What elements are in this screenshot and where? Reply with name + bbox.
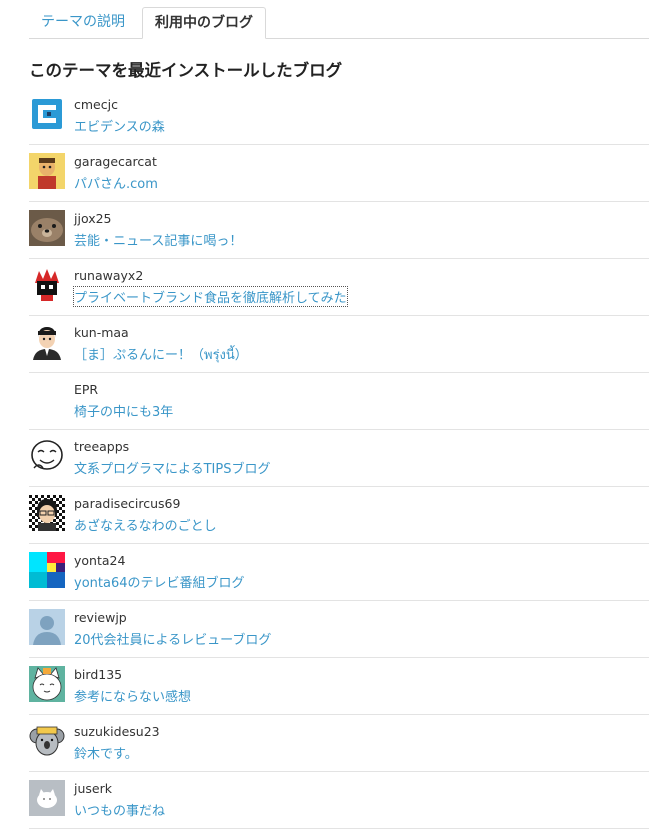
avatar[interactable] bbox=[29, 267, 65, 303]
username: paradisecircus69 bbox=[74, 496, 181, 511]
list-item: juserk いつもの事だね bbox=[29, 772, 649, 829]
section-heading: このテーマを最近インストールしたブログ bbox=[29, 61, 343, 80]
list-item: kun-maa ［ま］ぷるんにー！（พรุ่งนี้） bbox=[29, 316, 649, 373]
blog-title-link[interactable]: パパさん.com bbox=[74, 173, 158, 192]
avatar[interactable] bbox=[29, 666, 65, 702]
list-item: runawayx2 プライベートブランド食品を徹底解析してみた bbox=[29, 259, 649, 316]
list-item: treeapps 文系プログラマによるTIPSブログ bbox=[29, 430, 649, 487]
blog-title-link[interactable]: エビデンスの森 bbox=[74, 116, 165, 135]
avatar[interactable] bbox=[29, 324, 65, 360]
blog-title-link[interactable]: あざなえるなわのごとし bbox=[74, 515, 217, 534]
list-item: jjox25 芸能・ニュース記事に喝っ！ bbox=[29, 202, 649, 259]
list-item: yonta24 yonta64のテレビ番組ブログ bbox=[29, 544, 649, 601]
avatar[interactable] bbox=[29, 723, 65, 759]
username: reviewjp bbox=[74, 610, 127, 625]
username: garagecarcat bbox=[74, 154, 157, 169]
tab-bar: テーマの説明 利用中のブログ bbox=[29, 0, 649, 39]
blog-title-link[interactable]: 鈴木です。 bbox=[74, 743, 138, 762]
username: jjox25 bbox=[74, 211, 112, 226]
username: yonta24 bbox=[74, 553, 126, 568]
blog-title-link[interactable]: yonta64のテレビ番組ブログ bbox=[74, 572, 245, 591]
list-item: cmecjc エビデンスの森 bbox=[29, 88, 649, 145]
tab-theme-description[interactable]: テーマの説明 bbox=[29, 7, 137, 38]
blog-title-link[interactable]: 芸能・ニュース記事に喝っ！ bbox=[74, 230, 242, 249]
avatar[interactable] bbox=[29, 780, 65, 816]
list-item: paradisecircus69 あざなえるなわのごとし bbox=[29, 487, 649, 544]
username: bird135 bbox=[74, 667, 123, 682]
list-item: bird135 参考にならない感想 bbox=[29, 658, 649, 715]
avatar[interactable] bbox=[29, 438, 65, 474]
username: kun-maa bbox=[74, 325, 129, 340]
blog-title-link[interactable]: 20代会社員によるレビューブログ bbox=[74, 629, 271, 648]
avatar[interactable] bbox=[29, 381, 65, 417]
avatar[interactable] bbox=[29, 495, 65, 531]
list-item: reviewjp 20代会社員によるレビューブログ bbox=[29, 601, 649, 658]
tab-blogs-in-use[interactable]: 利用中のブログ bbox=[142, 7, 266, 39]
blog-title-link[interactable]: 参考にならない感想 bbox=[74, 686, 191, 705]
username: EPR bbox=[74, 382, 99, 397]
blog-title-link[interactable]: いつもの事だね bbox=[74, 800, 165, 819]
username: suzukidesu23 bbox=[74, 724, 160, 739]
username: runawayx2 bbox=[74, 268, 144, 283]
username: cmecjc bbox=[74, 97, 118, 112]
username: treeapps bbox=[74, 439, 130, 454]
theme-page: テーマの説明 利用中のブログ このテーマを最近インストールしたブログ cmecj… bbox=[29, 0, 649, 829]
avatar[interactable] bbox=[29, 96, 65, 132]
blog-title-link[interactable]: プライベートブランド食品を徹底解析してみた bbox=[73, 286, 348, 307]
list-item: suzukidesu23 鈴木です。 bbox=[29, 715, 649, 772]
avatar[interactable] bbox=[29, 153, 65, 189]
list-item: garagecarcat パパさん.com bbox=[29, 145, 649, 202]
list-item: EPR 椅子の中にも3年 bbox=[29, 373, 649, 430]
blog-title-link[interactable]: 文系プログラマによるTIPSブログ bbox=[74, 458, 270, 477]
avatar[interactable] bbox=[29, 210, 65, 246]
blog-title-link[interactable]: 椅子の中にも3年 bbox=[74, 401, 173, 420]
blog-list: cmecjc エビデンスの森 garagecarcat パパさん.com jjo… bbox=[29, 88, 649, 829]
avatar[interactable] bbox=[29, 552, 65, 588]
blog-title-link[interactable]: ［ま］ぷるんにー！（พรุ่งนี้） bbox=[74, 344, 248, 365]
username: juserk bbox=[74, 781, 112, 796]
avatar[interactable] bbox=[29, 609, 65, 645]
